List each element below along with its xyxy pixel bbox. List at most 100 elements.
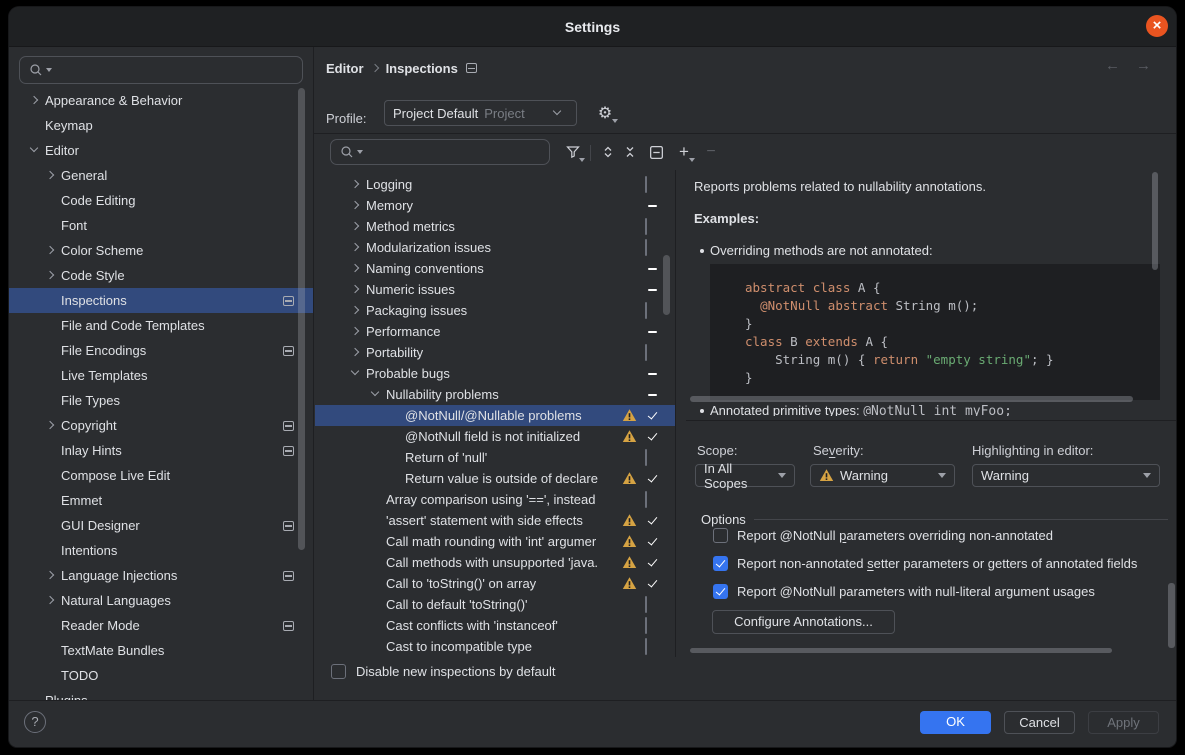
cancel-button[interactable]: Cancel bbox=[1004, 711, 1075, 734]
inspection-tree-row[interactable]: Return value is outside of declare bbox=[315, 468, 676, 489]
chevron-icon[interactable] bbox=[348, 366, 363, 381]
back-icon[interactable]: ← bbox=[1105, 57, 1120, 74]
chevron-icon[interactable] bbox=[43, 518, 58, 533]
inspection-tree-row[interactable]: Packaging issues bbox=[315, 300, 676, 321]
chevron-icon[interactable] bbox=[43, 668, 58, 683]
sidebar-item[interactable]: Language Injections bbox=[9, 563, 313, 588]
forward-icon[interactable]: → bbox=[1136, 57, 1151, 74]
chevron-icon[interactable] bbox=[43, 393, 58, 408]
chevron-icon[interactable] bbox=[348, 324, 363, 339]
chevron-icon[interactable] bbox=[368, 534, 383, 549]
close-icon[interactable]: × bbox=[1146, 15, 1168, 37]
chevron-icon[interactable] bbox=[27, 118, 42, 133]
option-checkbox[interactable] bbox=[713, 528, 728, 543]
inspection-checkbox[interactable] bbox=[645, 302, 647, 319]
disable-new-inspections-checkbox[interactable] bbox=[331, 664, 346, 679]
chevron-icon[interactable] bbox=[348, 282, 363, 297]
chevron-icon[interactable] bbox=[43, 468, 58, 483]
inspection-checkbox[interactable] bbox=[645, 617, 647, 634]
sidebar-item[interactable]: Copyright bbox=[9, 413, 313, 438]
inspection-tree-row[interactable]: Naming conventions bbox=[315, 258, 676, 279]
option-row[interactable]: Report non-annotated setter parameters o… bbox=[713, 555, 1137, 571]
chevron-icon[interactable] bbox=[348, 198, 363, 213]
chevron-icon[interactable] bbox=[43, 218, 58, 233]
sidebar-search-field[interactable] bbox=[19, 56, 303, 84]
chevron-icon[interactable] bbox=[368, 618, 383, 633]
sidebar-item[interactable]: Font bbox=[9, 213, 313, 238]
inspection-tree-row[interactable]: Memory bbox=[315, 195, 676, 216]
chevron-icon[interactable] bbox=[43, 643, 58, 658]
chevron-icon[interactable] bbox=[368, 639, 383, 654]
reset-inspection-icon[interactable] bbox=[648, 144, 666, 162]
inspection-tree-row[interactable]: Return of 'null' bbox=[315, 447, 676, 468]
chevron-icon[interactable] bbox=[43, 568, 58, 583]
chevron-icon[interactable] bbox=[348, 345, 363, 360]
sidebar-item[interactable]: Inspections bbox=[9, 288, 313, 313]
disable-new-inspections-row[interactable]: Disable new inspections by default bbox=[331, 664, 555, 679]
inspection-tree-row[interactable]: Modularization issues bbox=[315, 237, 676, 258]
breadcrumb-editor[interactable]: Editor bbox=[326, 61, 364, 76]
inspection-search-input[interactable] bbox=[365, 145, 549, 160]
description-horizontal-scrollbar[interactable] bbox=[690, 396, 1133, 402]
inspection-checkbox[interactable] bbox=[645, 596, 647, 613]
sidebar-item[interactable]: Keymap bbox=[9, 113, 313, 138]
chevron-icon[interactable] bbox=[43, 418, 58, 433]
chevron-icon[interactable] bbox=[368, 387, 383, 402]
chevron-icon[interactable] bbox=[43, 493, 58, 508]
severity-dropdown[interactable]: Warning bbox=[810, 464, 955, 487]
chevron-icon[interactable] bbox=[43, 443, 58, 458]
chevron-icon[interactable] bbox=[387, 429, 402, 444]
inspection-tree-row[interactable]: Probable bugs bbox=[315, 363, 676, 384]
inspection-tree-row[interactable]: Call to 'toString()' on array bbox=[315, 573, 676, 594]
breadcrumb-inspections[interactable]: Inspections bbox=[386, 61, 458, 76]
inspection-checkbox[interactable] bbox=[645, 638, 647, 655]
inspection-tree-row[interactable]: Nullability problems bbox=[315, 384, 676, 405]
inspection-search-field[interactable] bbox=[330, 139, 550, 165]
chevron-icon[interactable] bbox=[43, 543, 58, 558]
chevron-icon[interactable] bbox=[348, 261, 363, 276]
options-vertical-scrollbar[interactable] bbox=[1168, 583, 1175, 648]
inspection-tree-row[interactable]: @NotNull/@Nullable problems bbox=[315, 405, 676, 426]
sidebar-item[interactable]: Appearance & Behavior bbox=[9, 88, 313, 113]
inspection-checkbox[interactable] bbox=[645, 176, 647, 193]
chevron-icon[interactable] bbox=[368, 576, 383, 591]
option-row[interactable]: Report @NotNull parameters with null-lit… bbox=[713, 583, 1095, 599]
sidebar-item[interactable]: File Encodings bbox=[9, 338, 313, 363]
chevron-icon[interactable] bbox=[43, 343, 58, 358]
chevron-icon[interactable] bbox=[43, 293, 58, 308]
gear-icon[interactable]: ⚙ bbox=[594, 104, 616, 124]
sidebar-item[interactable]: Color Scheme bbox=[9, 238, 313, 263]
chevron-icon[interactable] bbox=[368, 492, 383, 507]
chevron-icon[interactable] bbox=[43, 193, 58, 208]
chevron-icon[interactable] bbox=[387, 450, 402, 465]
chevron-icon[interactable] bbox=[43, 368, 58, 383]
chevron-icon[interactable] bbox=[27, 93, 42, 108]
sidebar-item[interactable]: TextMate Bundles bbox=[9, 638, 313, 663]
sidebar-item[interactable]: Emmet bbox=[9, 488, 313, 513]
inspection-tree-row[interactable]: @NotNull field is not initialized bbox=[315, 426, 676, 447]
option-row[interactable]: Report @NotNull parameters overriding no… bbox=[713, 527, 1053, 543]
sidebar-item[interactable]: Natural Languages bbox=[9, 588, 313, 613]
title-bar[interactable]: Settings × bbox=[9, 7, 1176, 47]
inspection-tree-row[interactable]: Call methods with unsupported 'java. bbox=[315, 552, 676, 573]
inspection-tree-row[interactable]: Call to default 'toString()' bbox=[315, 594, 676, 615]
collapse-all-icon[interactable] bbox=[622, 144, 640, 162]
profile-dropdown[interactable]: Project Default Project bbox=[384, 100, 577, 126]
sidebar-search-input[interactable] bbox=[54, 63, 302, 78]
chevron-icon[interactable] bbox=[43, 268, 58, 283]
sidebar-item[interactable]: Reader Mode bbox=[9, 613, 313, 638]
chevron-icon[interactable] bbox=[43, 168, 58, 183]
inspection-tree-row[interactable]: Numeric issues bbox=[315, 279, 676, 300]
chevron-icon[interactable] bbox=[368, 597, 383, 612]
chevron-icon[interactable] bbox=[43, 318, 58, 333]
sidebar-item[interactable]: Live Templates bbox=[9, 363, 313, 388]
inspection-checkbox[interactable] bbox=[645, 344, 647, 361]
inspection-tree-row[interactable]: Array comparison using '==', instead bbox=[315, 489, 676, 510]
chevron-icon[interactable] bbox=[368, 555, 383, 570]
chevron-icon[interactable] bbox=[43, 593, 58, 608]
inspection-tree-row[interactable]: Cast conflicts with 'instanceof' bbox=[315, 615, 676, 636]
sidebar-item[interactable]: TODO bbox=[9, 663, 313, 688]
chevron-icon[interactable] bbox=[348, 303, 363, 318]
chevron-icon[interactable] bbox=[387, 471, 402, 486]
sidebar-item[interactable]: Intentions bbox=[9, 538, 313, 563]
